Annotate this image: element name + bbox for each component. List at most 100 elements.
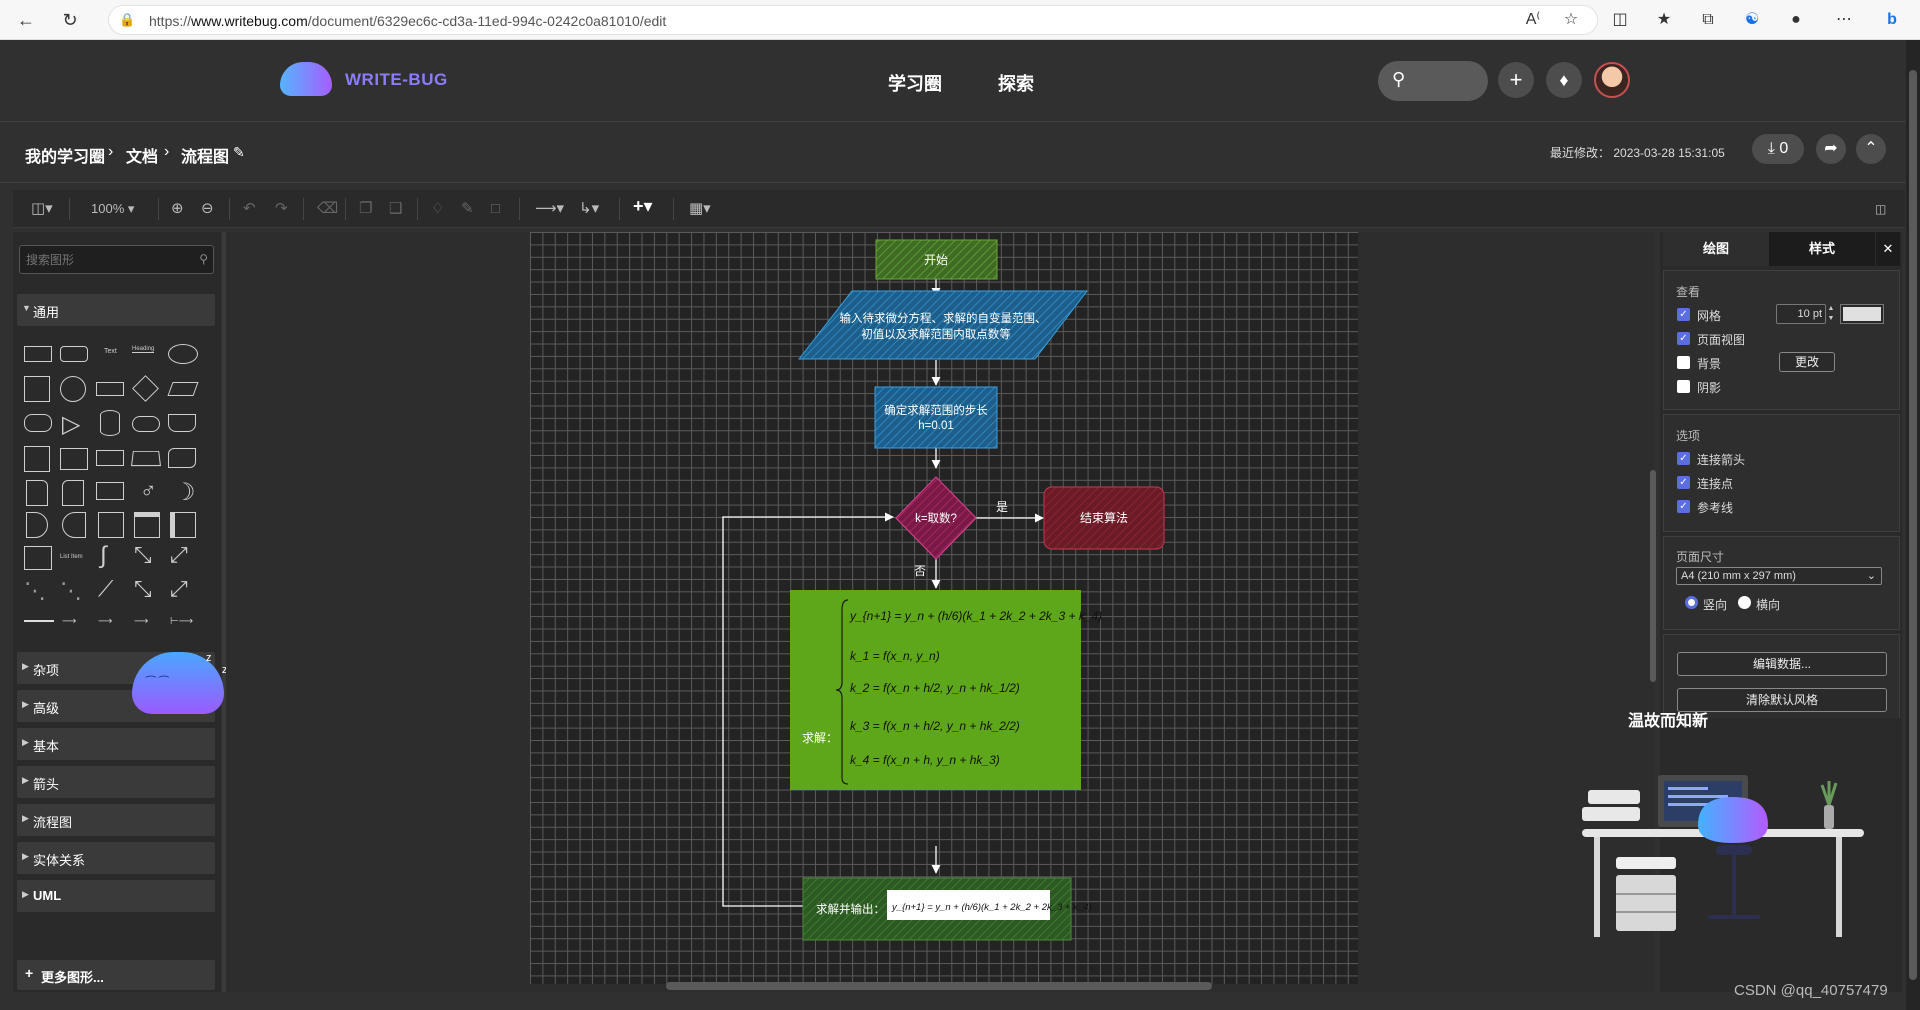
node-solve[interactable]: 求解： y_{n+1} = y_n + (h/6)(k_1 + 2k_2 + 2… [790, 590, 1102, 790]
diamond-shape[interactable] [132, 375, 159, 402]
hexagon-shape[interactable] [24, 414, 52, 432]
page-view-checkbox[interactable]: ✓ [1677, 332, 1690, 345]
category-general[interactable]: ▼ 通用 [17, 294, 215, 326]
card-shape[interactable] [62, 480, 84, 506]
connection-points-checkbox[interactable]: ✓ [1677, 476, 1690, 489]
to-back-icon[interactable]: ❑ [389, 201, 402, 217]
tab-style[interactable]: 样式 [1769, 232, 1875, 266]
logo-mascot-icon[interactable] [280, 62, 332, 96]
circle-shape[interactable] [60, 376, 86, 402]
delete-icon[interactable]: ⌫ [317, 201, 338, 217]
shadow-checkbox[interactable] [1677, 380, 1690, 393]
zoom-select[interactable]: 100% ▾ [91, 201, 134, 217]
nav-study-circle[interactable]: 学习圈 [888, 70, 942, 96]
parallelogram-shape[interactable] [167, 382, 199, 396]
landscape-radio[interactable] [1738, 596, 1751, 609]
arrow-shape[interactable]: ⤢ [170, 542, 188, 568]
link-shape[interactable]: ⟶ [134, 616, 148, 627]
portrait-radio[interactable] [1685, 596, 1698, 609]
split-screen-icon[interactable]: ◫ [1608, 8, 1632, 32]
panel-layout-icon[interactable]: ◫▾ [31, 201, 53, 217]
shape-search-field[interactable]: ⚲ [19, 245, 214, 274]
ellipse-shape[interactable] [168, 344, 198, 364]
or-shape[interactable]: ☽ [174, 478, 196, 507]
category-arrows[interactable]: ▶ 箭头 [17, 766, 215, 798]
document-shape[interactable] [168, 414, 196, 432]
format-panel-toggle-icon[interactable]: ◫ [1875, 201, 1886, 217]
category-flowchart[interactable]: ▶ 流程图 [17, 804, 215, 836]
share-icon[interactable]: ➦ [1816, 134, 1846, 164]
cylinder-shape[interactable] [100, 410, 120, 436]
page-scrollbar-thumb[interactable] [1909, 70, 1917, 980]
more-shapes-button[interactable]: 更多图形... + [17, 960, 215, 990]
actor-shape[interactable]: ♂ [140, 478, 157, 504]
curve-shape[interactable]: ∫ [100, 542, 107, 570]
node-end[interactable]: 结束算法 [1043, 486, 1165, 550]
redo-icon[interactable]: ↷ [275, 201, 288, 217]
line-color-icon[interactable]: ✎ [461, 201, 474, 217]
list-item-shape[interactable]: List Item [60, 554, 83, 560]
node-start[interactable]: 开始 [875, 239, 998, 280]
node-decision[interactable]: k=取数? [895, 476, 977, 560]
refresh-icon[interactable]: ↻ [58, 8, 82, 32]
line-shape[interactable]: ⟋ [98, 576, 113, 602]
category-basic[interactable]: ▶ 基本 [17, 728, 215, 760]
close-icon[interactable]: ✕ [1876, 232, 1900, 266]
tab-draw[interactable]: 绘图 [1663, 232, 1769, 266]
breadcrumb-documents[interactable]: 文档 [126, 143, 158, 167]
read-aloud-icon[interactable]: A⁽ [1521, 8, 1545, 32]
association-shape[interactable]: ⊢⟶ [170, 616, 193, 627]
zoom-in-icon[interactable]: ⊕ [171, 201, 184, 217]
bidirectional-connector-shape[interactable]: ⤡ [134, 576, 152, 602]
connector-dashed-shape[interactable]: ⟶ [98, 616, 112, 627]
node-input[interactable]: 输入待求微分方程、求解的自变量范围、 初值以及求解范围内取点数等 [797, 290, 1089, 360]
fill-color-icon[interactable]: ♢ [431, 201, 444, 217]
download-button[interactable]: ⤓ 0 [1752, 134, 1804, 164]
rectangle-shape[interactable] [24, 346, 52, 362]
grid-checkbox[interactable]: ✓ [1677, 308, 1690, 321]
category-uml[interactable]: ▶ UML [17, 880, 215, 912]
dotted-line-shape[interactable]: ⋱ [60, 578, 82, 604]
square-shape[interactable] [24, 376, 50, 402]
waypoint-style-icon[interactable]: ↳▾ [579, 201, 599, 217]
browser-essentials-icon[interactable]: ☯ [1740, 8, 1764, 32]
address-bar[interactable]: 🔒 https://www.writebug.com/document/6329… [108, 5, 1598, 35]
grid-color-swatch[interactable] [1840, 304, 1884, 324]
note-shape[interactable] [26, 480, 48, 506]
bell-icon[interactable]: ♦ [1546, 62, 1582, 98]
nav-explore[interactable]: 探索 [998, 70, 1034, 96]
collections-icon[interactable]: ⧉ [1696, 8, 1720, 32]
grid-size-input[interactable]: 10 pt [1776, 304, 1826, 324]
copilot-icon[interactable]: b [1880, 8, 1904, 32]
category-entity-relation[interactable]: ▶ 实体关系 [17, 842, 215, 874]
profile-icon[interactable]: ● [1784, 8, 1808, 32]
dashed-line-shape[interactable]: ⋱ [24, 578, 46, 604]
bidirectional-arrow-shape[interactable]: ⤡ [134, 542, 152, 568]
breadcrumb-my-circle[interactable]: 我的学习圈 [25, 143, 105, 167]
directional-connector-shape[interactable]: ⤢ [170, 576, 188, 602]
table-icon[interactable]: ▦▾ [689, 201, 711, 217]
clear-default-style-button[interactable]: 清除默认风格 [1677, 688, 1887, 712]
connector-arrow-shape[interactable]: ⟶ [62, 616, 76, 627]
container-shape[interactable] [98, 512, 124, 538]
favorite-add-icon[interactable]: ☆ [1559, 8, 1583, 32]
insert-plus-icon[interactable]: +▾ [633, 197, 653, 215]
favorites-icon[interactable]: ★ [1652, 8, 1676, 32]
header-search-button[interactable]: ⚲ [1378, 61, 1488, 101]
edit-data-button[interactable]: 编辑数据... [1677, 652, 1887, 676]
trapezoid-shape[interactable] [130, 450, 162, 467]
tape-shape[interactable] [168, 448, 196, 468]
swimlane-shape[interactable] [170, 512, 196, 538]
cloud-shape[interactable] [132, 416, 160, 432]
page-size-select[interactable]: A4 (210 mm x 297 mm) ⌄ [1676, 567, 1882, 585]
cube-shape[interactable] [60, 448, 88, 470]
edit-title-icon[interactable]: ✎ [233, 144, 245, 161]
horizontal-scrollbar[interactable] [666, 982, 1212, 990]
back-icon[interactable]: ← [14, 8, 38, 32]
callout-shape[interactable] [96, 482, 124, 500]
vertical-scrollbar[interactable] [1650, 470, 1656, 682]
shadow-icon[interactable]: □ [491, 201, 500, 217]
connection-style-icon[interactable]: ⟶▾ [535, 201, 564, 217]
heading-shape[interactable]: Heading [132, 346, 155, 353]
internal-storage-shape[interactable] [24, 446, 50, 472]
